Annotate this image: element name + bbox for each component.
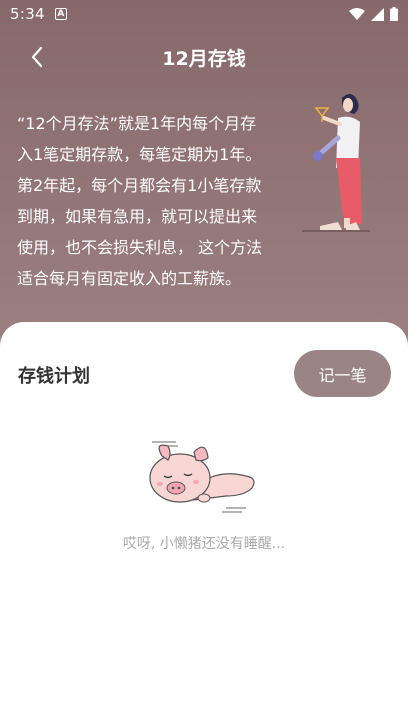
wifi-icon: [349, 7, 365, 20]
saving-plan-panel: 存钱计划 记一笔 哎呀, 小懒猪还没有睡醒...: [0, 322, 408, 727]
status-bar: 5:34 A: [0, 0, 408, 28]
woman-with-drink-illustration: [302, 94, 370, 232]
status-icons: [349, 7, 398, 21]
notification-icon: A: [54, 8, 67, 20]
empty-state-text: 哎呀, 小懒猪还没有睡醒...: [122, 536, 286, 552]
saving-plan-title: 存钱计划: [18, 366, 90, 387]
page-title: 12月存钱: [162, 48, 246, 70]
intro-text: “12个月存法”就是1年内每个月存入1笔定期存款，每笔定期为1年。第2年起，每个…: [17, 114, 263, 288]
record-button[interactable]: 记一笔: [294, 350, 391, 397]
sleeping-pig-icon: [149, 441, 255, 513]
battery-icon: [390, 7, 398, 21]
status-time: 5:34: [10, 5, 45, 23]
signal-icon: [371, 7, 384, 21]
nav-bar: 12月存钱: [0, 40, 408, 74]
